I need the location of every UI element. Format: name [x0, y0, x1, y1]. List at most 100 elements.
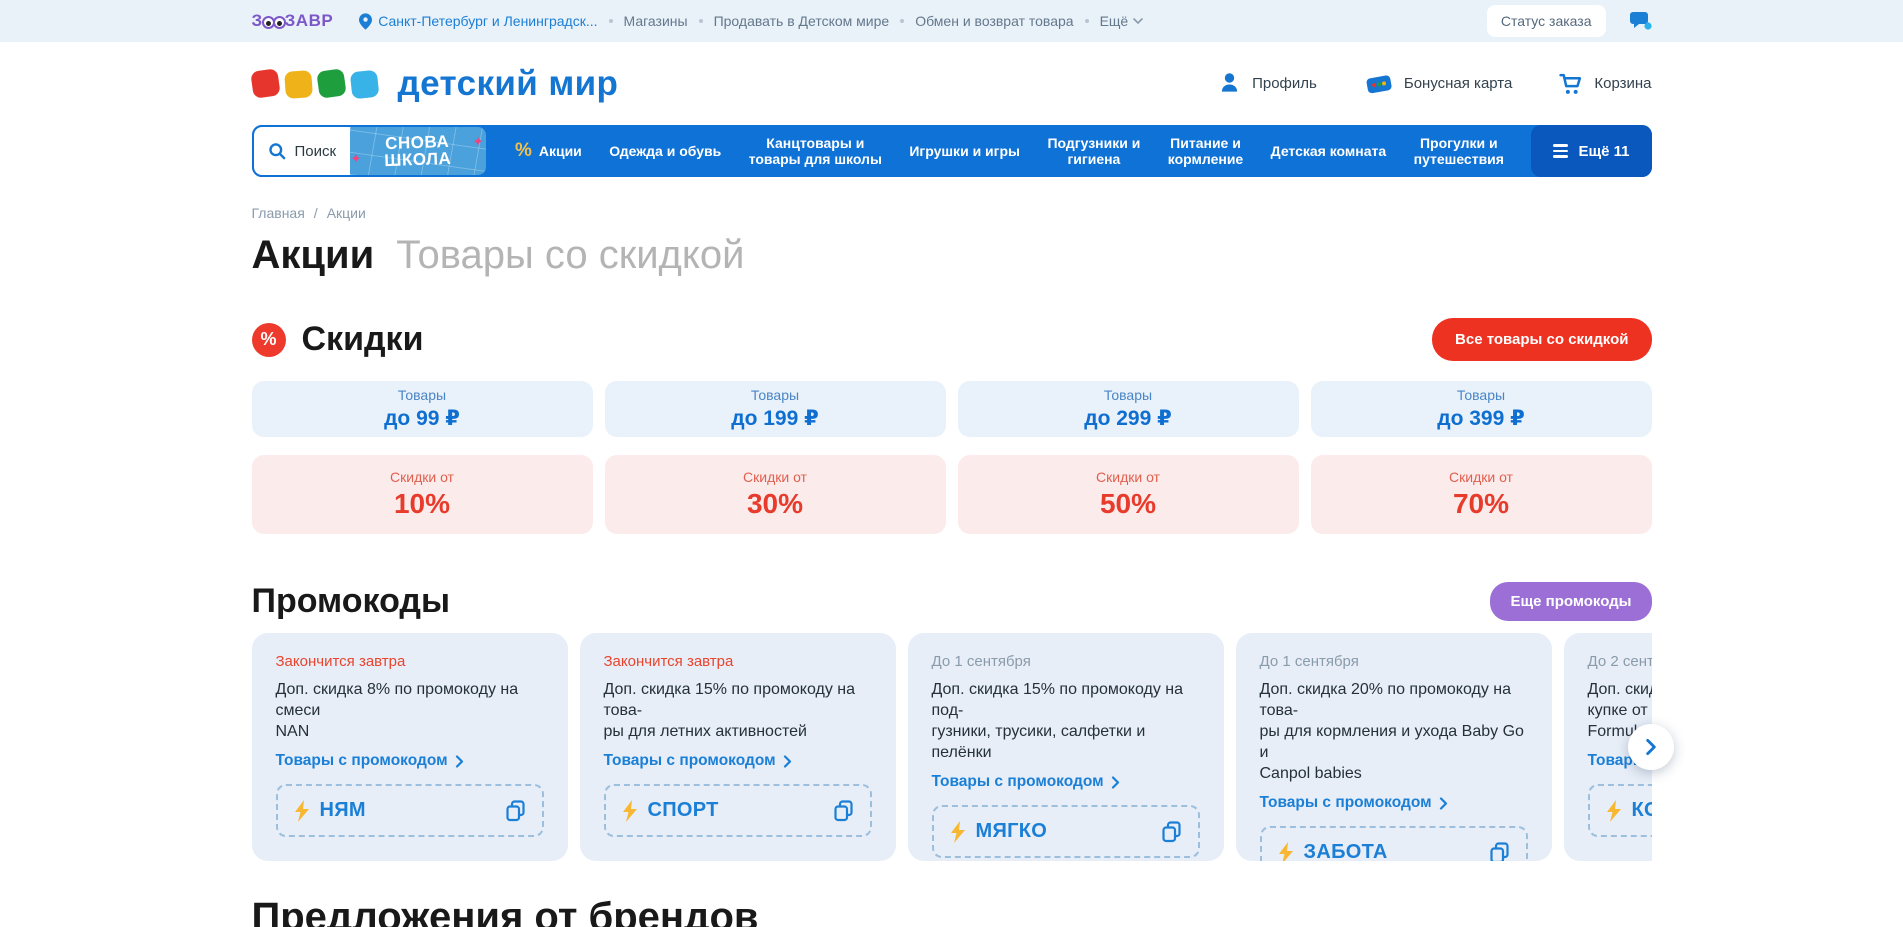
user-icon: [1217, 71, 1242, 96]
carousel-next-button[interactable]: [1628, 724, 1674, 770]
promo-code-text: СПОРТ: [648, 799, 719, 822]
all-discounted-goods-button[interactable]: Все товары со скидкой: [1432, 318, 1651, 361]
lightning-icon: [949, 821, 967, 843]
price-card-caption: Товары: [1457, 387, 1505, 403]
promo-link-label: Товары с промокодом: [932, 773, 1104, 791]
percent-filter-card[interactable]: Скидки от 10%: [252, 455, 593, 534]
promo-goods-link[interactable]: Товары с промокодом: [932, 773, 1200, 791]
copy-icon[interactable]: [1488, 841, 1511, 861]
lightning-icon: [1277, 842, 1295, 862]
price-filter-card[interactable]: Товары до 199 ₽: [605, 381, 946, 437]
more-promocodes-button[interactable]: Еще промокоды: [1490, 582, 1651, 621]
promocodes-carousel: Закончится завтра Доп. скидка 8% по пром…: [252, 633, 1652, 861]
promo-code-box[interactable]: КОМ: [1588, 784, 1652, 837]
promo-code-text: МЯГКО: [976, 820, 1048, 843]
topbar-link-returns[interactable]: Обмен и возврат товара: [915, 13, 1073, 29]
promo-description: Доп. скидка 15% по промокоду на това- ры…: [604, 679, 872, 742]
percent-card-value: 50%: [1100, 488, 1156, 520]
price-filter-card[interactable]: Товары до 299 ₽: [958, 381, 1299, 437]
chat-icon[interactable]: [1628, 10, 1652, 32]
banner-label: СНОВА ШКОЛА: [383, 133, 451, 169]
nav-item-toys[interactable]: Игрушки и игры: [909, 143, 1020, 159]
percent-card-caption: Скидки от: [390, 469, 454, 485]
search-input[interactable]: [295, 143, 347, 160]
back-to-school-banner[interactable]: ✦ СНОВА ШКОЛА ✦: [350, 127, 486, 175]
location-pin-icon: [359, 13, 372, 30]
promo-link-label: Товары с промокодом: [276, 752, 448, 770]
chevron-right-icon: [783, 755, 792, 768]
detsky-mir-logo[interactable]: детский мир: [252, 64, 619, 104]
percent-card-value: 70%: [1453, 488, 1509, 520]
profile-label: Профиль: [1252, 75, 1317, 92]
breadcrumb: Главная / Акции: [252, 205, 1652, 221]
bonus-card-icon: [1363, 72, 1394, 96]
price-filter-card[interactable]: Товары до 99 ₽: [252, 381, 593, 437]
promo-goods-link[interactable]: Товары с промокодом: [1260, 794, 1528, 812]
lightning-icon: [1605, 800, 1623, 822]
copy-icon[interactable]: [504, 799, 527, 822]
percent-filter-card[interactable]: Скидки от 30%: [605, 455, 946, 534]
price-card-caption: Товары: [751, 387, 799, 403]
promo-description: Доп. скидка 20% по промокоду на това- ры…: [1260, 679, 1528, 784]
zoo-logo-text: ЗАВР: [285, 11, 334, 31]
discounts-heading: Скидки: [302, 320, 424, 359]
discount-percent-icon: %: [252, 323, 286, 357]
promo-code-box[interactable]: НЯМ: [276, 784, 544, 837]
promo-code-box[interactable]: ЗАБОТА: [1260, 826, 1528, 861]
dot-separator: [1085, 19, 1089, 23]
nav-more-button[interactable]: Ещё 11: [1531, 125, 1651, 177]
order-status-button[interactable]: Статус заказа: [1487, 5, 1606, 37]
breadcrumb-home[interactable]: Главная: [252, 205, 305, 221]
nav-item-diapers[interactable]: Подгузники и гигиена: [1047, 135, 1140, 167]
lightning-icon: [293, 800, 311, 822]
promo-expiry-badge: Закончится завтра: [276, 653, 544, 670]
nav-item-stationery[interactable]: Канцтовары и товары для школы: [749, 135, 882, 167]
nav-item-kids-room[interactable]: Детская комната: [1271, 143, 1387, 159]
copy-icon[interactable]: [1160, 820, 1183, 843]
brand-offers-heading: Предложения от брендов: [252, 895, 1652, 927]
search-box[interactable]: [254, 127, 350, 175]
promocodes-heading: Промокоды: [252, 582, 451, 621]
promo-expiry-badge: Закончится завтра: [604, 653, 872, 670]
percent-filter-card[interactable]: Скидки от 50%: [958, 455, 1299, 534]
percent-card-value: 10%: [394, 488, 450, 520]
promo-goods-link[interactable]: Товары с промокодом: [276, 752, 544, 770]
price-card-value: до 299 ₽: [1084, 406, 1171, 431]
main-header: детский мир Профиль Бонусная карта Корзи…: [0, 42, 1903, 125]
nav-item-clothes[interactable]: Одежда и обувь: [609, 143, 721, 159]
promo-code-box[interactable]: СПОРТ: [604, 784, 872, 837]
promo-link-label: Товары с промокодом: [604, 752, 776, 770]
promo-card: Закончится завтра Доп. скидка 8% по пром…: [252, 633, 568, 861]
cart-button[interactable]: Корзина: [1558, 71, 1651, 96]
promo-description: Доп. скидка 15% по промокоду на под- гуз…: [932, 679, 1200, 763]
cart-label: Корзина: [1594, 75, 1651, 92]
page-title: Акции: [252, 233, 375, 278]
price-card-caption: Товары: [398, 387, 446, 403]
promo-goods-link[interactable]: Товары с промокодом: [604, 752, 872, 770]
promo-expiry-badge: До 2 сентября: [1588, 653, 1652, 670]
copy-icon[interactable]: [832, 799, 855, 822]
topbar-link-sell[interactable]: Продавать в Детском мире: [714, 13, 890, 29]
percent-filter-card[interactable]: Скидки от 70%: [1311, 455, 1652, 534]
promo-code-text: КОМ: [1632, 799, 1652, 822]
zoo-logo-text: З: [252, 11, 263, 31]
percent-card-caption: Скидки от: [1096, 469, 1160, 485]
nav-item-feeding[interactable]: Питание и кормление: [1168, 135, 1243, 167]
topbar-link-stores[interactable]: Магазины: [624, 13, 688, 29]
page-subtitle[interactable]: Товары со скидкой: [396, 233, 744, 278]
topbar-more-menu[interactable]: Ещё: [1100, 13, 1144, 29]
nav-item-strollers[interactable]: Прогулки и путешествия: [1414, 135, 1504, 167]
zoozavr-logo[interactable]: З ЗАВР: [252, 11, 334, 31]
profile-button[interactable]: Профиль: [1217, 71, 1317, 96]
nav-item-sales[interactable]: % Акции: [515, 143, 582, 159]
bonus-card-button[interactable]: Бонусная карта: [1363, 72, 1513, 96]
promo-code-box[interactable]: МЯГКО: [932, 805, 1200, 858]
category-nav-bar: ✦ СНОВА ШКОЛА ✦ % Акции Одежда и обувь К…: [252, 125, 1652, 177]
price-card-value: до 199 ₽: [731, 406, 818, 431]
location-selector[interactable]: Санкт-Петербург и Ленинградск...: [359, 13, 597, 30]
promo-card: Закончится завтра Доп. скидка 15% по про…: [580, 633, 896, 861]
cart-icon: [1558, 71, 1584, 96]
search-icon: [268, 142, 287, 161]
price-filter-card[interactable]: Товары до 399 ₽: [1311, 381, 1652, 437]
promo-code-text: ЗАБОТА: [1304, 841, 1388, 861]
